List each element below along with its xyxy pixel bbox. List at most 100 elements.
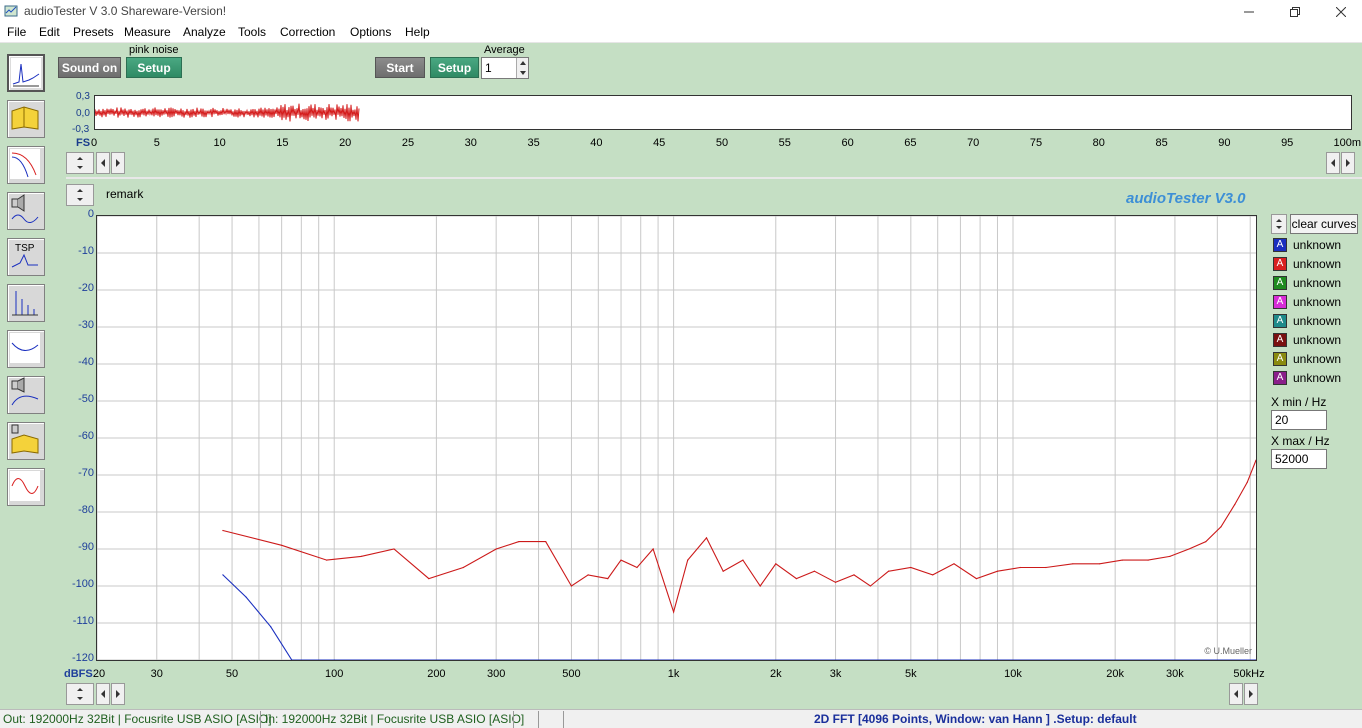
curve-color-swatch[interactable]: A	[1273, 333, 1287, 347]
series-line	[222, 574, 1256, 661]
restore-button[interactable]	[1272, 0, 1318, 23]
data-point	[932, 574, 934, 576]
wave-x-tick: 30	[464, 137, 477, 149]
wave-y-zero: 0,0	[76, 108, 90, 119]
curve-item[interactable]: Aunknown	[1271, 371, 1359, 387]
speaker-impedance-button[interactable]	[7, 192, 45, 230]
data-point	[281, 544, 283, 546]
generator-setup-button[interactable]: Setup	[126, 57, 182, 78]
menu-measure[interactable]: Measure	[124, 25, 171, 39]
curve-color-swatch[interactable]: A	[1273, 276, 1287, 290]
wave-scroll-right[interactable]	[111, 152, 125, 174]
minimize-button[interactable]	[1226, 0, 1272, 23]
data-point	[910, 566, 912, 569]
waveform-line	[94, 103, 360, 122]
plot-scroll-left-end[interactable]	[1229, 683, 1243, 705]
tsp-button[interactable]: TSP	[7, 238, 45, 276]
plot-zoom-stepper[interactable]	[66, 184, 94, 206]
y-tick-label: -40	[78, 356, 94, 368]
start-button[interactable]: Start	[375, 57, 425, 78]
wave-scroll-right-end[interactable]	[1341, 152, 1355, 174]
oscilloscope-button[interactable]	[7, 468, 45, 506]
data-point	[1220, 526, 1222, 528]
status-input: In: 192000Hz 32Bit | Focusrite USB ASIO …	[265, 712, 525, 726]
curve-label: unknown	[1293, 352, 1342, 366]
speaker-response-icon	[11, 377, 39, 406]
menu-file[interactable]: File	[7, 25, 26, 39]
menu-edit[interactable]: Edit	[39, 25, 60, 39]
close-button[interactable]	[1318, 0, 1362, 23]
x-tick-label: 20k	[1106, 668, 1125, 680]
minimize-icon	[1244, 11, 1254, 12]
wave-scroll-left-end[interactable]	[1326, 152, 1340, 174]
menu-analyze[interactable]: Analyze	[183, 25, 226, 39]
fft-analyzer-button[interactable]	[7, 54, 45, 92]
y-tick-label: -70	[78, 467, 94, 479]
status-separator	[513, 711, 514, 728]
wave-x-tick: 50	[715, 137, 729, 149]
status-separator	[563, 711, 564, 728]
curve-item[interactable]: Aunknown	[1271, 352, 1359, 368]
x-tick-label: 100	[325, 668, 344, 680]
curve-item[interactable]: Aunknown	[1271, 238, 1359, 254]
curve-color-swatch[interactable]: A	[1273, 257, 1287, 271]
average-arrows[interactable]	[516, 58, 528, 78]
curve-color-swatch[interactable]: A	[1273, 371, 1287, 385]
book-button[interactable]	[7, 100, 45, 138]
status-mode: 2D FFT [4096 Points, Window: van Hann ] …	[814, 712, 1137, 726]
chevron-right-icon	[1346, 159, 1350, 167]
curve-color-swatch[interactable]: A	[1273, 314, 1287, 328]
plot-scroll-right-end[interactable]	[1244, 683, 1258, 705]
curve-item[interactable]: Aunknown	[1271, 314, 1359, 330]
wave-y-min: -0,3	[72, 124, 90, 135]
menu-help[interactable]: Help	[405, 25, 430, 39]
data-point	[795, 578, 798, 580]
plot-scroll-left[interactable]	[96, 683, 110, 705]
data-point	[620, 559, 622, 561]
book-icon	[11, 106, 39, 130]
app-icon	[4, 5, 18, 17]
title-bar: audioTester V 3.0 Shareware-Version!	[0, 0, 1362, 23]
xmin-input[interactable]: 20	[1271, 410, 1327, 430]
sound-on-button[interactable]: Sound on	[58, 57, 121, 78]
wave-x-tick: 95	[1281, 137, 1294, 149]
menu-correction[interactable]: Correction	[280, 25, 335, 39]
curve-color-swatch[interactable]: A	[1273, 238, 1287, 252]
waveform-plot[interactable]	[94, 95, 1352, 130]
clear-curves-button[interactable]: clear curves	[1290, 214, 1358, 234]
curve-color-swatch[interactable]: A	[1273, 352, 1287, 366]
filter-response-button[interactable]	[7, 146, 45, 184]
menu-options[interactable]: Options	[350, 25, 391, 39]
speaker-response-button[interactable]	[7, 376, 45, 414]
curve-color-swatch[interactable]: A	[1273, 295, 1287, 309]
up-down-icon	[1276, 219, 1282, 229]
menu-presets[interactable]: Presets	[73, 25, 114, 39]
average-stepper[interactable]: 1	[481, 57, 529, 79]
remark-label[interactable]: remark	[106, 187, 143, 201]
chevron-right-icon	[116, 690, 120, 698]
curve-item[interactable]: Aunknown	[1271, 257, 1359, 273]
data-point	[652, 548, 654, 550]
measure-setup-button[interactable]: Setup	[430, 57, 479, 78]
wave-scroll-left[interactable]	[96, 152, 110, 174]
average-label: Average	[484, 44, 525, 56]
curve-item[interactable]: Aunknown	[1271, 295, 1359, 311]
harmonics-button[interactable]	[7, 284, 45, 322]
frequency-response-button[interactable]	[7, 330, 45, 368]
wave-zoom-stepper[interactable]	[66, 152, 94, 174]
data-point	[705, 537, 708, 539]
menu-tools[interactable]: Tools	[238, 25, 266, 39]
sine-wave-icon	[10, 471, 40, 501]
y-tick-label: -80	[78, 504, 94, 516]
curves-stepper[interactable]	[1271, 214, 1287, 234]
plot-scroll-right[interactable]	[111, 683, 125, 705]
speaker-book-button[interactable]	[7, 422, 45, 460]
x-tick-label: 500	[562, 668, 581, 680]
curve-item[interactable]: Aunknown	[1271, 276, 1359, 292]
data-point	[1019, 566, 1021, 569]
fft-plot[interactable]: © U.Mueller	[96, 215, 1257, 661]
xmax-input[interactable]: 52000	[1271, 449, 1327, 469]
data-point	[428, 578, 430, 580]
curve-item[interactable]: Aunknown	[1271, 333, 1359, 349]
plot-x-zoom-stepper[interactable]	[66, 683, 94, 705]
